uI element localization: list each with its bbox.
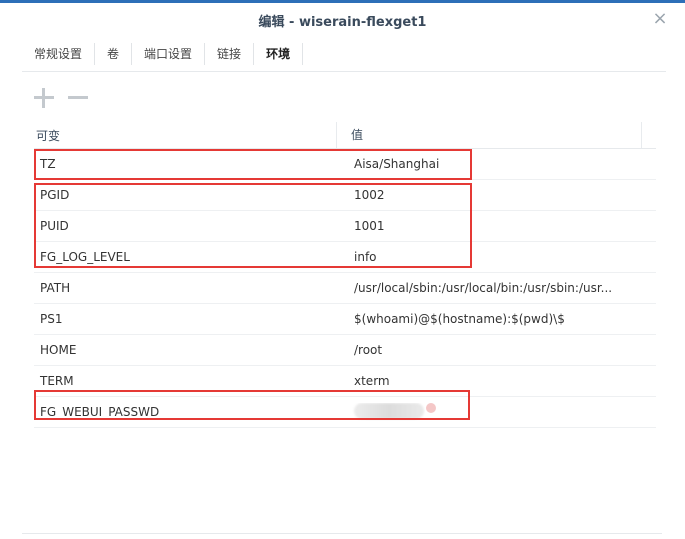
variable-value: /root	[354, 343, 383, 357]
table-row[interactable]: TZ Aisa/Shanghai	[34, 149, 656, 180]
tab-volume[interactable]: 卷	[95, 43, 133, 65]
table-row[interactable]: PATH /usr/local/sbin:/usr/local/bin:/usr…	[34, 273, 656, 304]
table-header: 可变 值	[34, 122, 656, 149]
title-bar: 编辑 - wiserain-flexget1 ×	[0, 3, 685, 37]
variable-value: $(whoami)@$(hostname):$(pwd)\$	[354, 312, 565, 326]
tab-links[interactable]: 链接	[205, 43, 255, 65]
column-header-variable[interactable]: 可变	[34, 127, 336, 144]
tab-environment[interactable]: 环境	[254, 43, 304, 65]
table-row[interactable]: PUID 1001	[34, 211, 656, 242]
table-row[interactable]: TERM xterm	[34, 366, 656, 397]
plus-icon[interactable]	[34, 88, 54, 108]
variable-value: /usr/local/sbin:/usr/local/bin:/usr/sbin…	[354, 281, 613, 295]
window-title: 编辑 - wiserain-flexget1	[258, 14, 427, 30]
redacted-dot	[426, 402, 436, 413]
tab-bar: 常规设置 卷 端口设置 链接 环境	[22, 37, 666, 72]
env-table: 可变 值 TZ Aisa/Shanghai PGID 1002 PUID 100…	[34, 122, 656, 428]
variable-name: PATH	[40, 281, 71, 295]
column-header-value[interactable]: 值	[336, 122, 641, 148]
variable-value-redacted	[340, 402, 654, 422]
table-row[interactable]: FG_WEBUI_PASSWD	[34, 397, 656, 428]
redacted-blur	[354, 402, 424, 419]
minus-icon[interactable]	[68, 88, 88, 108]
table-row[interactable]: PS1 $(whoami)@$(hostname):$(pwd)\$	[34, 304, 656, 335]
column-header-extra	[641, 122, 656, 148]
variable-value: xterm	[354, 374, 390, 388]
variable-name: TERM	[40, 374, 74, 388]
table-row[interactable]: FG_LOG_LEVEL info	[34, 242, 656, 273]
variable-value: 1001	[354, 219, 385, 233]
variable-value: Aisa/Shanghai	[354, 157, 440, 171]
variable-value: info	[354, 250, 377, 264]
footer-divider	[22, 533, 662, 534]
table-row[interactable]: PGID 1002	[34, 180, 656, 211]
close-icon[interactable]: ×	[651, 10, 669, 28]
variable-name: HOME	[40, 343, 77, 357]
variable-value: 1002	[354, 188, 385, 202]
tab-general[interactable]: 常规设置	[22, 43, 96, 65]
toolbar	[34, 88, 88, 108]
table-row[interactable]: HOME /root	[34, 335, 656, 366]
variable-name: PUID	[40, 219, 69, 233]
variable-name: PGID	[40, 188, 70, 202]
variable-name: FG_WEBUI_PASSWD	[40, 405, 160, 419]
tab-port-settings[interactable]: 端口设置	[132, 43, 206, 65]
variable-name: FG_LOG_LEVEL	[40, 250, 130, 264]
variable-name: PS1	[40, 312, 63, 326]
variable-name: TZ	[40, 157, 56, 171]
